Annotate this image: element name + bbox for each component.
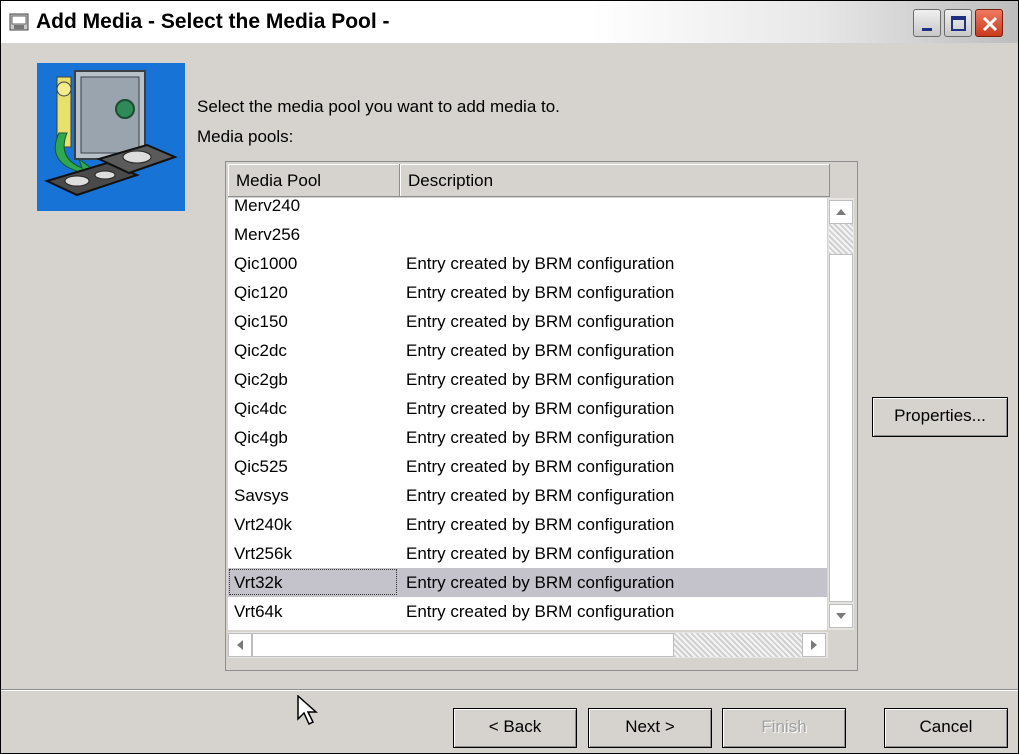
pool-description: Entry created by BRM configuration [406,515,675,534]
maximize-button[interactable] [944,9,972,37]
table-body: Merv240 Merv256 Qic1000 Entry created by… [228,198,827,630]
table-row[interactable]: Qic150 Entry created by BRM configuratio… [228,307,827,336]
arrow-left-icon [237,640,243,650]
cancel-button[interactable]: Cancel [884,708,1008,748]
horizontal-scroll-thumb[interactable] [252,633,674,657]
pool-description: Entry created by BRM configuration [406,399,675,418]
close-icon [982,16,998,32]
pool-description: Entry created by BRM configuration [406,602,675,621]
minimize-icon [922,28,932,31]
table-row[interactable]: Qic2dc Entry created by BRM configuratio… [228,336,827,365]
table-row[interactable]: Qic4dc Entry created by BRM configuratio… [228,394,827,423]
finish-button[interactable]: Finish [722,708,846,748]
pool-name: Qic4dc [234,399,287,418]
table-row-selected[interactable]: Vrt32k Entry created by BRM configuratio… [228,568,827,597]
pool-description: Entry created by BRM configuration [406,254,675,273]
table-row[interactable]: Merv240 [228,198,827,220]
pool-name: Qic525 [234,457,288,476]
pool-name: Qic150 [234,312,288,331]
pool-description: Entry created by BRM configuration [406,341,675,360]
pool-description: Entry created by BRM configuration [406,312,675,331]
minimize-button[interactable] [913,9,941,37]
pool-name: Vrt64k [234,602,283,621]
window-title: Add Media - Select the Media Pool - [36,10,390,33]
pool-name: Merv256 [234,225,301,244]
table-row[interactable]: Qic525 Entry created by BRM configuratio… [228,452,827,481]
add-media-dialog: Add Media - Select the Media Pool - Sele… [0,0,1019,754]
pool-description: Entry created by BRM configuration [406,428,675,447]
horizontal-scrollbar[interactable] [228,632,828,658]
pool-description: Entry created by BRM configuration [406,370,675,389]
instruction-text: Select the media pool you want to add me… [197,97,560,116]
table-row[interactable]: Vrt64k Entry created by BRM configuratio… [228,597,827,626]
scroll-down-button[interactable] [829,604,853,628]
pool-description: Entry created by BRM configuration [406,486,675,505]
table-row[interactable]: Savsys Entry created by BRM configuratio… [228,481,827,510]
table-row[interactable]: Qic2gb Entry created by BRM configuratio… [228,365,827,394]
pool-description: Entry created by BRM configuration [406,544,675,563]
scroll-right-button[interactable] [802,633,826,657]
pool-name: Vrt240k [234,515,292,534]
vertical-scroll-thumb[interactable] [829,254,853,602]
properties-button[interactable]: Properties... [872,397,1008,437]
next-button[interactable]: Next > [588,708,712,748]
pool-name: Qic120 [234,283,288,302]
pool-name: Vrt256k [234,544,292,563]
media-safe-illustration [37,63,185,211]
pool-name: Savsys [234,486,289,505]
pool-description: Entry created by BRM configuration [406,573,675,592]
table-row[interactable]: Vrt256k Entry created by BRM configurati… [228,539,827,568]
media-pools-label: Media pools: [197,127,294,146]
app-icon [9,12,29,32]
maximize-icon [951,16,966,31]
scroll-track[interactable] [829,224,853,254]
pool-description: Entry created by BRM configuration [406,457,675,476]
media-pool-table[interactable]: Media Pool Description Merv240 Merv256 Q… [225,161,858,671]
arrow-down-icon [836,613,846,619]
close-button[interactable] [975,9,1003,37]
table-header: Media Pool Description [228,164,855,198]
pool-name: Qic1000 [234,254,298,273]
title-bar[interactable]: Add Media - Select the Media Pool - [1,1,1018,43]
vertical-scrollbar[interactable] [828,198,854,630]
column-header-description[interactable]: Description [400,164,830,197]
scroll-left-button[interactable] [228,633,252,657]
column-header-media-pool[interactable]: Media Pool [228,164,400,197]
table-row[interactable]: Vrt240k Entry created by BRM configurati… [228,510,827,539]
table-row[interactable]: Merv256 [228,220,827,249]
scroll-up-button[interactable] [829,200,853,224]
table-row[interactable]: Qic1000 Entry created by BRM configurati… [228,249,827,278]
back-button[interactable]: < Back [453,708,577,748]
mouse-pointer-icon [297,694,319,732]
pool-name: Qic2gb [234,370,288,389]
table-row[interactable]: Qic120 Entry created by BRM configuratio… [228,278,827,307]
pool-description: Entry created by BRM configuration [406,283,675,302]
pool-name: Vrt32k [234,573,283,592]
divider [1,689,1018,691]
pool-name: Qic4gb [234,428,288,447]
arrow-right-icon [811,640,817,650]
scroll-track[interactable] [674,633,802,657]
arrow-up-icon [836,209,846,215]
pool-name: Merv240 [234,198,301,215]
pool-name: Qic2dc [234,341,287,360]
table-row[interactable]: Qic4gb Entry created by BRM configuratio… [228,423,827,452]
